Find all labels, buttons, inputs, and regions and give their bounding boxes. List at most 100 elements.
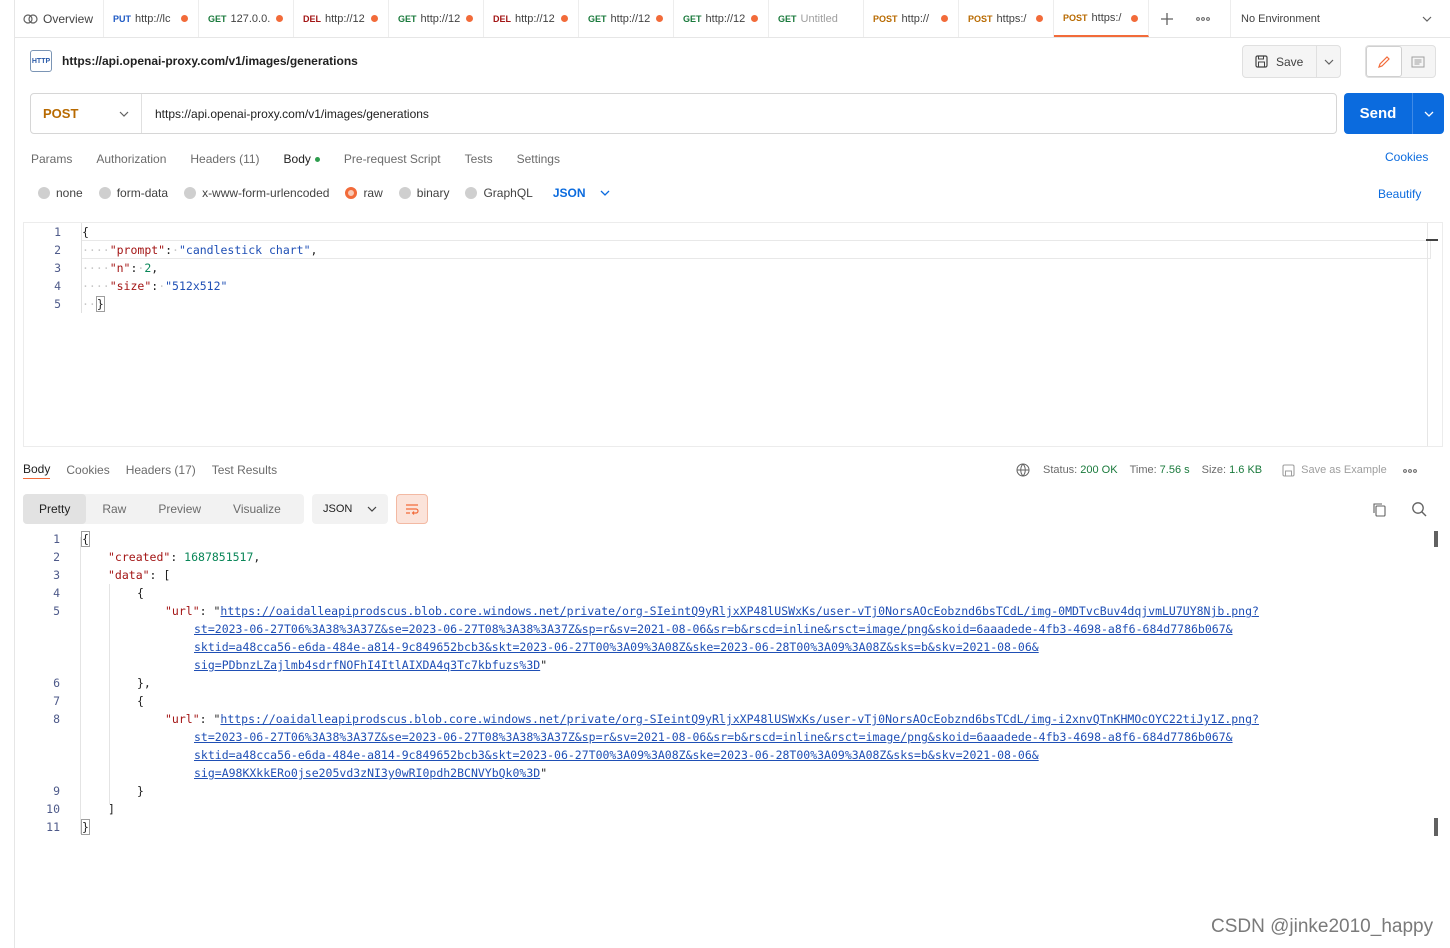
code-text: "created": 1687851517,	[108, 550, 261, 564]
edit-mode-button[interactable]	[1366, 46, 1402, 77]
chevron-down-icon	[1324, 59, 1333, 65]
tab-name: Untitled R	[800, 12, 841, 25]
time-value[interactable]: 7.56 s	[1160, 464, 1190, 476]
tab-name: https:/	[1091, 11, 1122, 24]
tab-authorization[interactable]: Authorization	[96, 152, 166, 166]
new-tab-button[interactable]	[1149, 0, 1185, 37]
ellipsis-icon	[1196, 16, 1210, 21]
radio-raw[interactable]: raw	[345, 186, 383, 200]
image-url-link[interactable]: st=2023-06-27T06%3A38%3A37Z&se=2023-06-2…	[194, 622, 1233, 636]
view-visualize[interactable]: Visualize	[217, 494, 297, 524]
request-body-editor[interactable]: 1 { 2 ····"prompt":·"candlestick chart",…	[23, 222, 1443, 447]
radio-circle	[38, 187, 50, 199]
search-icon[interactable]	[1411, 501, 1427, 517]
view-preview[interactable]: Preview	[142, 494, 217, 524]
image-url-link[interactable]: https://oaidalleapiprodscus.blob.core.wi…	[220, 604, 1259, 618]
environment-select[interactable]: No Environment	[1230, 0, 1442, 37]
request-tab[interactable]: GET http://12	[579, 0, 674, 37]
response-tab-test-results[interactable]: Test Results	[212, 463, 277, 477]
request-tab[interactable]: GET127.0.0.1	[199, 0, 294, 37]
unsaved-dot	[561, 15, 568, 22]
code-line: 10]	[23, 800, 115, 818]
beautify-button[interactable]: Beautify	[1378, 187, 1421, 201]
image-url-link[interactable]: sktid=a48cca56-e6da-484e-a814-9c849652bc…	[194, 640, 1039, 654]
wrap-lines-button[interactable]	[396, 494, 428, 524]
size-value[interactable]: 1.6 KB	[1229, 464, 1262, 476]
body-format-select[interactable]: JSON	[553, 186, 610, 200]
globe-icon[interactable]	[1015, 462, 1031, 478]
code-line: 4{	[23, 584, 144, 602]
code-text: ··}	[82, 296, 105, 312]
tab-params[interactable]: Params	[31, 152, 72, 166]
more-tabs-button[interactable]	[1185, 0, 1221, 37]
size-label: Size:	[1201, 464, 1227, 476]
plus-icon	[1161, 12, 1173, 25]
copy-icon[interactable]	[1372, 502, 1387, 517]
request-tab[interactable]: GET http://12	[389, 0, 484, 37]
view-raw[interactable]: Raw	[86, 494, 142, 524]
tab-overview[interactable]: Overview	[15, 0, 104, 37]
code-text: "data": [	[108, 568, 171, 582]
json-key: "url"	[165, 712, 200, 726]
status-label: Status:	[1043, 464, 1078, 476]
image-url-link[interactable]: sig=PDbnzLZajlmb4sdrfNOFhI4ItlAIXDA4q3Tc…	[194, 658, 540, 672]
radio-none[interactable]: none	[38, 186, 83, 200]
code-text: {	[81, 531, 90, 547]
request-tab[interactable]: DEL http://12	[484, 0, 579, 37]
request-tab[interactable]: PUT http://lc	[104, 0, 199, 37]
response-tab-cookies[interactable]: Cookies	[66, 463, 109, 477]
response-body-viewer[interactable]: 1{ 2 "created": 1687851517, 3 "data": [ 4{…	[23, 530, 1443, 840]
code-text: sig=A98KXkkERo0jse205vd3zNI3y0wRI0pdh2BC…	[194, 766, 548, 780]
response-format-select[interactable]: JSON	[312, 494, 388, 524]
code-line: 5 "url": "https://oaidalleapiprodscus.blo…	[23, 602, 1259, 620]
save-label: Save	[1276, 54, 1304, 69]
code-line: 2 "created": 1687851517,	[23, 548, 260, 566]
radio-form-data[interactable]: form-data	[98, 186, 168, 200]
watermark: CSDN @jinke2010_happy	[1211, 916, 1434, 937]
line-number: 10	[46, 802, 60, 816]
method-select[interactable]: POST	[31, 94, 142, 133]
view-pretty[interactable]: Pretty	[23, 494, 87, 524]
cookies-link[interactable]: Cookies	[1385, 150, 1428, 164]
docs-mode-button[interactable]	[1402, 46, 1436, 77]
radio-graphql[interactable]: GraphQL	[465, 186, 533, 200]
tab-name: http://12	[610, 12, 651, 25]
json-key: "data"	[108, 568, 150, 582]
request-tab-active[interactable]: POST https:/	[1054, 0, 1149, 37]
request-tab[interactable]: GET http://12	[674, 0, 769, 37]
url-input[interactable]	[142, 106, 1336, 121]
send-button[interactable]: Send	[1344, 93, 1412, 134]
request-tab[interactable]: GETUntitled R	[769, 0, 864, 37]
tab-headers[interactable]: Headers (11)	[190, 152, 259, 166]
request-title[interactable]: https://api.openai-proxy.com/v1/images/g…	[62, 54, 358, 68]
save-as-example-label: Save as Example	[1301, 464, 1387, 476]
image-url-link[interactable]: st=2023-06-27T06%3A38%3A37Z&se=2023-06-2…	[194, 730, 1233, 744]
tab-name: http://12	[420, 12, 461, 25]
response-tab-headers[interactable]: Headers (17)	[126, 463, 196, 477]
code-line: 2 ····"prompt":·"candlestick chart",	[24, 241, 317, 259]
image-url-link[interactable]: sktid=a48cca56-e6da-484e-a814-9c849652bc…	[194, 748, 1039, 762]
tab-pre-request-script[interactable]: Pre-request Script	[344, 152, 441, 166]
response-more-button[interactable]	[1402, 464, 1417, 476]
code-line: 3 "data": [	[23, 566, 170, 584]
radio-binary[interactable]: binary	[398, 186, 449, 200]
response-tab-body[interactable]: Body	[23, 462, 51, 479]
image-url-link[interactable]: sig=A98KXkkERo0jse205vd3zNI3y0wRI0pdh2BC…	[194, 766, 540, 780]
tab-settings[interactable]: Settings	[517, 152, 560, 166]
save-as-example-button[interactable]: Save as Example	[1282, 463, 1387, 477]
code-text: },	[137, 676, 151, 690]
request-tab[interactable]: DEL http://12	[294, 0, 389, 37]
status-value[interactable]: 200 OK	[1080, 464, 1117, 476]
radio-circle	[398, 187, 411, 199]
image-url-link[interactable]: https://oaidalleapiprodscus.blob.core.wi…	[220, 712, 1259, 726]
save-options-button[interactable]	[1316, 46, 1340, 77]
json-key: "n"	[109, 261, 131, 275]
send-options-button[interactable]	[1412, 93, 1444, 134]
request-tab[interactable]: POST http://	[864, 0, 959, 37]
tab-tests[interactable]: Tests	[465, 152, 493, 166]
tab-body[interactable]: Body	[284, 152, 320, 166]
save-button[interactable]: Save	[1243, 46, 1316, 77]
request-tab[interactable]: POST https:/	[959, 0, 1054, 37]
radio-urlencoded[interactable]: x-www-form-urlencoded	[184, 186, 329, 200]
chevron-down-icon	[367, 506, 377, 512]
